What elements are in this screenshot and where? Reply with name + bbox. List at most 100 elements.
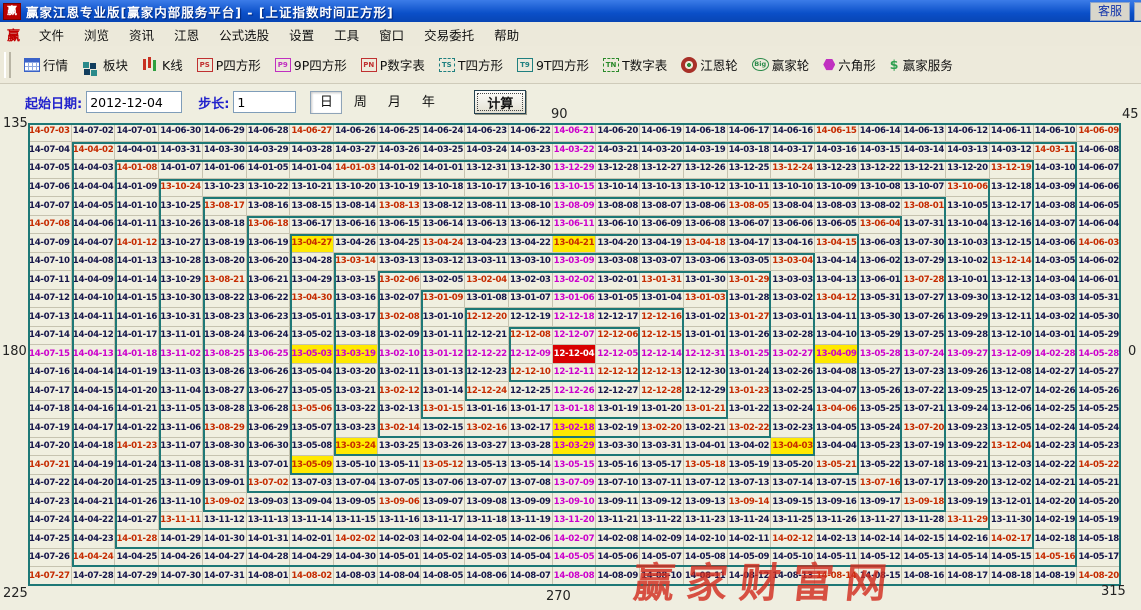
- menu-item-设置[interactable]: 设置: [279, 25, 324, 44]
- date-cell: 13-03-21: [334, 382, 378, 401]
- date-cell: 13-05-12: [421, 456, 465, 475]
- date-cell: 13-04-08: [815, 364, 859, 383]
- toolbar-item-winner-wheel[interactable]: 赢家轮: [745, 50, 817, 80]
- toolbar-item-t-square[interactable]: T四方形: [432, 50, 510, 80]
- date-cell: 13-09-05: [334, 493, 378, 512]
- menu-item-文件[interactable]: 文件: [29, 25, 74, 44]
- titlebar-button-论坛[interactable]: 论坛: [1134, 2, 1141, 21]
- toolbar-item-quotes[interactable]: 行情: [17, 50, 75, 80]
- date-cell: 13-05-06: [290, 401, 334, 420]
- menu-logo-icon: 赢: [0, 25, 29, 44]
- toolbar-item-hexagon[interactable]: 六角形: [816, 50, 883, 80]
- period-button-周[interactable]: 周: [344, 91, 376, 114]
- date-cell: 14-07-06: [28, 179, 72, 198]
- date-cell: 14-04-17: [72, 419, 116, 438]
- date-cell: 13-02-28: [771, 327, 815, 346]
- date-cell: 13-09-26: [946, 364, 990, 383]
- date-cell: 13-11-12: [203, 512, 247, 531]
- pn-icon: [361, 58, 377, 72]
- date-cell: 14-02-04: [421, 530, 465, 549]
- period-button-月[interactable]: 月: [378, 91, 410, 114]
- toolbar-item-p-square[interactable]: P四方形: [190, 50, 268, 80]
- date-cell: 14-05-21: [1077, 475, 1121, 494]
- date-cell: 13-12-14: [990, 253, 1034, 272]
- date-cell: 14-03-18: [728, 142, 772, 161]
- title-bar-buttons: 客服论坛: [1090, 2, 1141, 21]
- date-cell: 13-11-11: [159, 512, 203, 531]
- date-cell: 14-07-18: [28, 401, 72, 420]
- period-button-日[interactable]: 日: [310, 91, 342, 114]
- date-cell: 13-10-21: [290, 179, 334, 198]
- date-cell: 13-06-06: [771, 216, 815, 235]
- date-cell: 13-03-19: [334, 345, 378, 364]
- date-cell: 14-04-23: [72, 530, 116, 549]
- date-cell: 14-06-02: [1077, 253, 1121, 272]
- date-cell: 13-12-20: [946, 160, 990, 179]
- date-cell: 14-07-10: [28, 253, 72, 272]
- date-cell: 12-12-08: [509, 327, 553, 346]
- date-cell: 14-04-24: [72, 549, 116, 568]
- date-cell: 14-07-07: [28, 197, 72, 216]
- date-cell: 13-11-07: [159, 438, 203, 457]
- angle-label-90: 90: [551, 107, 568, 122]
- date-cell: 13-10-05: [946, 197, 990, 216]
- date-cell: 12-12-05: [596, 345, 640, 364]
- menu-item-浏览[interactable]: 浏览: [74, 25, 119, 44]
- date-cell: 13-05-23: [859, 438, 903, 457]
- date-cell: 13-09-17: [859, 493, 903, 512]
- date-cell: 13-02-07: [378, 290, 422, 309]
- date-cell: 12-12-30: [684, 364, 728, 383]
- date-cell: 13-09-18: [902, 493, 946, 512]
- date-cell: 14-08-05: [421, 567, 465, 586]
- toolbar-item-t-number[interactable]: T数字表: [596, 50, 674, 80]
- date-cell: 13-07-16: [859, 475, 903, 494]
- date-cell: 14-07-27: [28, 567, 72, 586]
- toolbar-item-sectors[interactable]: 板块: [75, 50, 135, 80]
- date-cell: 12-12-25: [509, 382, 553, 401]
- toolbar-item-label: 9P四方形: [294, 55, 347, 74]
- date-cell: 13-04-20: [596, 234, 640, 253]
- date-cell: 13-12-15: [990, 234, 1034, 253]
- menu-item-窗口[interactable]: 窗口: [369, 25, 414, 44]
- toolbar-item-9t-square[interactable]: 9T四方形: [510, 50, 596, 80]
- calculate-button[interactable]: 计算: [474, 90, 526, 114]
- toolbar-item-9p-square[interactable]: 9P四方形: [268, 50, 354, 80]
- date-cell: 13-08-10: [509, 197, 553, 216]
- date-cell: 14-07-29: [115, 567, 159, 586]
- date-cell: 13-04-24: [421, 234, 465, 253]
- menu-item-交易委托[interactable]: 交易委托: [414, 25, 484, 44]
- date-cell: 14-07-19: [28, 419, 72, 438]
- date-cell: 13-05-11: [378, 456, 422, 475]
- start-date-input[interactable]: [86, 91, 182, 113]
- toolbar-item-kline[interactable]: K线: [135, 50, 190, 80]
- date-cell: 12-12-28: [640, 382, 684, 401]
- period-button-年[interactable]: 年: [412, 91, 444, 114]
- toolbar-item-label: 赢家服务: [903, 55, 953, 74]
- date-cell: 13-11-30: [990, 512, 1034, 531]
- date-cell: 13-12-31: [465, 160, 509, 179]
- date-cell: 14-03-27: [334, 142, 378, 161]
- menu-item-公式选股[interactable]: 公式选股: [209, 25, 279, 44]
- toolbar-item-p-number[interactable]: P数字表: [354, 50, 432, 80]
- date-cell: 13-09-04: [290, 493, 334, 512]
- menu-item-工具[interactable]: 工具: [324, 25, 369, 44]
- date-cell: 13-06-26: [247, 364, 291, 383]
- date-cell: 14-04-13: [72, 345, 116, 364]
- menu-item-资讯[interactable]: 资讯: [119, 25, 164, 44]
- date-cell: 14-01-05: [247, 160, 291, 179]
- menu-item-帮助[interactable]: 帮助: [484, 25, 529, 44]
- toolbar-item-service[interactable]: 赢家服务: [883, 50, 960, 80]
- menu-item-江恩[interactable]: 江恩: [164, 25, 209, 44]
- date-cell: 13-03-04: [771, 253, 815, 272]
- titlebar-button-客服[interactable]: 客服: [1090, 2, 1130, 21]
- date-cell: 13-02-02: [553, 271, 597, 290]
- date-cell: 13-02-13: [378, 401, 422, 420]
- date-cell: 13-05-25: [859, 401, 903, 420]
- date-cell: 13-05-14: [509, 456, 553, 475]
- date-cell: 13-09-29: [946, 308, 990, 327]
- step-input[interactable]: [233, 91, 296, 113]
- toolbar-item-gann-wheel[interactable]: 江恩轮: [674, 50, 745, 80]
- time-square-grid: 14-07-0314-07-0214-07-0114-06-3014-06-29…: [28, 123, 1121, 586]
- date-cell: 13-08-07: [640, 197, 684, 216]
- date-cell: 13-01-20: [640, 401, 684, 420]
